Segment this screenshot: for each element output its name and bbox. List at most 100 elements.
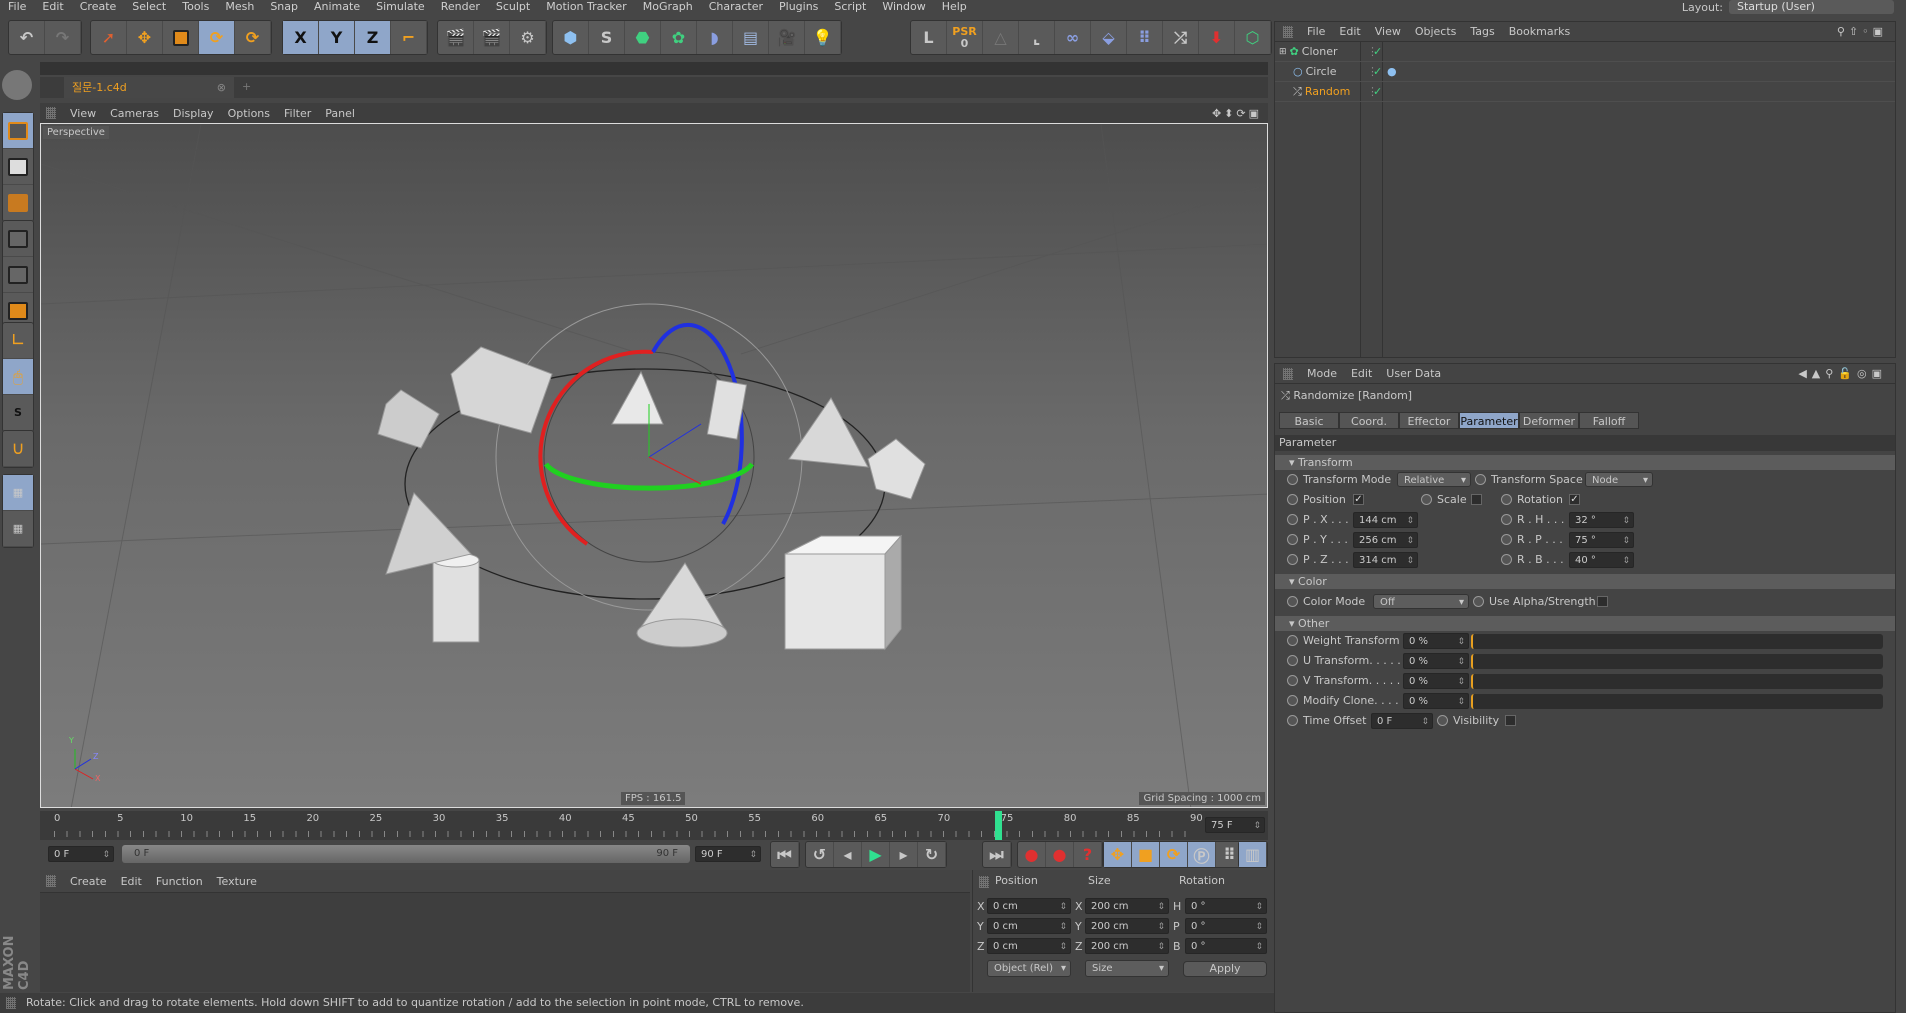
other-group-header[interactable]: ▾ Other [1275, 616, 1895, 631]
menu-character[interactable]: Character [701, 0, 771, 17]
om-search-icons[interactable]: ⚲⇧◦▣ [1837, 25, 1887, 38]
animate-radio[interactable] [1501, 554, 1512, 565]
document-tab[interactable]: 질문-1.c4d ⊗ [64, 77, 234, 98]
position-y-field[interactable]: 256 cm [1353, 532, 1418, 549]
scale-checkbox[interactable] [1471, 494, 1482, 505]
workplane-rotate-icon[interactable]: ▦ [3, 511, 33, 547]
playhead[interactable] [994, 811, 1002, 840]
panel-grip[interactable] [46, 107, 56, 119]
render-picture-viewer-icon[interactable]: 🎬 [474, 21, 510, 54]
time-offset-field[interactable]: 0 F [1371, 713, 1433, 730]
menu-select[interactable]: Select [124, 0, 174, 17]
color-group-header[interactable]: ▾ Color [1275, 574, 1895, 589]
enabled-check[interactable]: ✓ [1373, 45, 1382, 58]
texture-mode-icon[interactable] [3, 149, 33, 185]
snap-magnet-icon[interactable]: ∪ [3, 431, 33, 467]
position-checkbox[interactable]: ✓ [1353, 494, 1364, 505]
animate-radio[interactable] [1287, 534, 1298, 545]
weight-transform-slider[interactable] [1471, 634, 1883, 649]
menu-script[interactable]: Script [826, 0, 874, 17]
enabled-check[interactable]: ✓ [1373, 65, 1382, 78]
visibility-checkbox[interactable] [1505, 715, 1516, 726]
position-y-field[interactable]: 0 cm [987, 918, 1071, 935]
next-key-icon[interactable]: ↻ [918, 842, 946, 867]
fracture-icon[interactable]: ⬙ [1091, 21, 1127, 54]
transform-group-header[interactable]: ▾ Transform [1275, 455, 1895, 470]
animate-radio[interactable] [1437, 715, 1448, 726]
menu-mograph[interactable]: MoGraph [635, 0, 701, 17]
menu-sculpt[interactable]: Sculpt [488, 0, 538, 17]
animate-radio[interactable] [1287, 635, 1298, 646]
animate-radio[interactable] [1287, 715, 1298, 726]
rotation-p-field[interactable]: 75 ° [1569, 532, 1634, 549]
timeline-key-icon[interactable]: L [911, 21, 947, 54]
am-menu-edit[interactable]: Edit [1351, 367, 1372, 380]
rotation-checkbox[interactable]: ✓ [1569, 494, 1580, 505]
layout-dropdown[interactable]: Startup (User) [1729, 0, 1894, 14]
om-menu-objects[interactable]: Objects [1415, 25, 1457, 38]
menu-snap[interactable]: Snap [262, 0, 306, 17]
viewport-menu-filter[interactable]: Filter [284, 107, 311, 120]
next-frame-icon[interactable]: ▸ [890, 842, 918, 867]
size-z-field[interactable]: 200 cm [1085, 938, 1169, 955]
cloner-icon[interactable]: ✿ [661, 21, 697, 54]
size-mode-dropdown[interactable]: Size [1085, 960, 1169, 977]
rotation-b-field[interactable]: 0 ° [1185, 938, 1267, 955]
position-z-field[interactable]: 0 cm [987, 938, 1071, 955]
menu-create[interactable]: Create [72, 0, 125, 17]
am-menu-user-data[interactable]: User Data [1386, 367, 1441, 380]
menu-motion-tracker[interactable]: Motion Tracker [538, 0, 634, 17]
size-y-field[interactable]: 200 cm [1085, 918, 1169, 935]
camera-label[interactable]: Perspective [43, 126, 109, 139]
animate-radio[interactable] [1421, 494, 1432, 505]
am-nav-icons[interactable]: ◀▲⚲🔓◎▣ [1798, 367, 1887, 380]
tab-falloff[interactable]: Falloff [1579, 412, 1639, 429]
animate-radio[interactable] [1473, 596, 1484, 607]
size-x-field[interactable]: 200 cm [1085, 898, 1169, 915]
use-alpha-checkbox[interactable] [1597, 596, 1608, 607]
key-scale-icon[interactable]: ■ [1132, 842, 1160, 867]
om-menu-tags[interactable]: Tags [1470, 25, 1494, 38]
solo-mode-icon[interactable]: S [3, 395, 33, 431]
om-menu-file[interactable]: File [1307, 25, 1325, 38]
rotation-h-field[interactable]: 32 ° [1569, 512, 1634, 529]
redo-icon[interactable]: ↷ [45, 21, 81, 54]
menu-render[interactable]: Render [433, 0, 488, 17]
voronoi-icon[interactable]: ⬡ [1235, 21, 1271, 54]
tab-parameter[interactable]: Parameter [1459, 412, 1519, 429]
menu-animate[interactable]: Animate [306, 0, 368, 17]
viewport-menu-display[interactable]: Display [173, 107, 214, 120]
bend-deformer-icon[interactable]: ◗ [697, 21, 733, 54]
u-transform-slider[interactable] [1471, 654, 1883, 669]
material-menu-function[interactable]: Function [156, 875, 203, 888]
matrix-icon[interactable]: ⠿ [1127, 21, 1163, 54]
viewport-nav-icons[interactable]: ✥⬍⟳▣ [1212, 107, 1262, 120]
om-menu-bookmarks[interactable]: Bookmarks [1509, 25, 1570, 38]
key-icon[interactable]: △ [983, 21, 1019, 54]
render-settings-icon[interactable]: ⚙ [510, 21, 546, 54]
apply-button[interactable]: Apply [1183, 961, 1267, 977]
animate-radio[interactable] [1501, 534, 1512, 545]
v-transform-slider[interactable] [1471, 674, 1883, 689]
timeline-window-icon[interactable]: ▥ [1239, 842, 1267, 867]
object-row-cloner[interactable]: ⊞ ✿ Cloner ⋮ ✓ [1275, 42, 1895, 62]
position-z-field[interactable]: 314 cm [1353, 552, 1418, 569]
menu-window[interactable]: Window [874, 0, 933, 17]
animate-radio[interactable] [1501, 514, 1512, 525]
current-frame-field[interactable]: 75 F [1205, 817, 1265, 834]
material-menu-edit[interactable]: Edit [121, 875, 142, 888]
scale-tool-icon[interactable] [163, 21, 199, 54]
object-row-circle[interactable]: ○ Circle ⋮ ✓ ● [1275, 62, 1895, 82]
animate-radio[interactable] [1287, 596, 1298, 607]
panel-grip[interactable] [1283, 25, 1293, 38]
transform-space-dropdown[interactable]: Node [1585, 472, 1653, 488]
end-frame-field[interactable]: 90 F [695, 846, 761, 863]
rotation-p-field[interactable]: 0 ° [1185, 918, 1267, 935]
points-mode-icon[interactable] [3, 221, 33, 257]
enabled-check[interactable]: ✓ [1373, 85, 1382, 98]
workplane-lock-icon[interactable]: ▦ [3, 475, 33, 511]
coordinate-manager-icon[interactable]: ⌞ [1019, 21, 1055, 54]
position-x-field[interactable]: 0 cm [987, 898, 1071, 915]
psr-icon[interactable]: PSR 0 [947, 21, 983, 54]
viewport-menu-view[interactable]: View [70, 107, 96, 120]
